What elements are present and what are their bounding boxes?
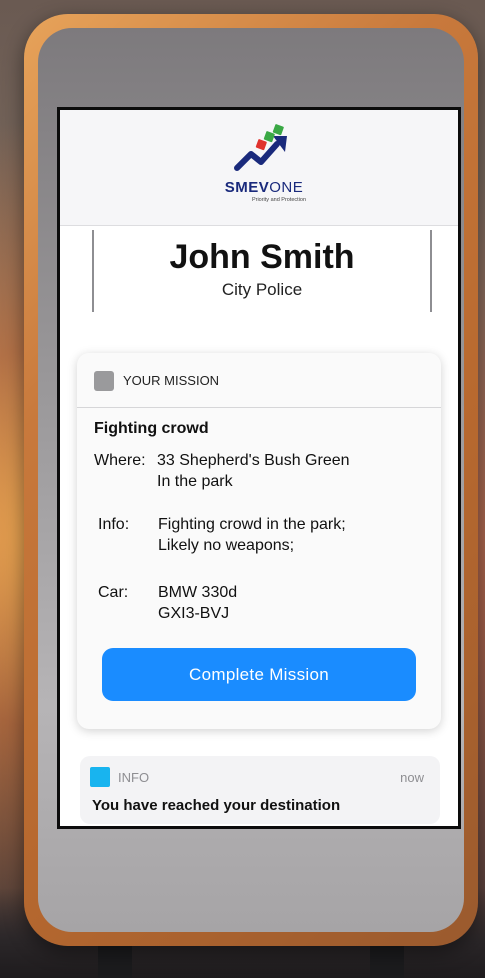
mission-icon: [94, 371, 114, 391]
officer-name: John Smith: [169, 238, 355, 276]
info-label: Info:: [98, 516, 130, 533]
app-screen: SMEVONE Priority and Protection John Smi…: [60, 110, 458, 826]
notification-label: INFO: [118, 770, 150, 785]
car-label: Car:: [98, 584, 129, 601]
car-plate: GXI3-BVJ: [158, 605, 230, 622]
where-value: 33 Shepherd's Bush Green In the park: [157, 450, 350, 492]
car-value: BMW 330d GXI3-BVJ: [158, 582, 237, 624]
info-icon: [90, 767, 110, 787]
info-line-2: Likely no weapons;: [158, 537, 295, 554]
info-line-1: Fighting crowd in the park;: [158, 516, 346, 533]
mission-card-title: YOUR MISSION: [123, 373, 220, 388]
smevone-logo-icon: SMEVONE Priority and Protection: [204, 124, 324, 214]
officer-identity: John Smith City Police: [92, 230, 432, 312]
notification-time: now: [400, 770, 424, 785]
car-model: BMW 330d: [158, 584, 238, 601]
logo-graphic-icon: [234, 124, 287, 171]
info-value: Fighting crowd in the park; Likely no wea…: [158, 514, 346, 556]
notification-message: You have reached your destination: [92, 797, 341, 814]
officer-unit: City Police: [221, 280, 303, 299]
app-header: SMEVONE Priority and Protection: [60, 110, 458, 226]
notification-banner[interactable]: INFO now You have reached your destinati…: [80, 756, 440, 824]
mission-car-row: Car: BMW 330d GXI3-BVJ: [94, 582, 237, 624]
phone-screen: SMEVONE Priority and Protection John Smi…: [57, 107, 461, 829]
where-line-2: In the park: [157, 473, 233, 490]
mission-card-header: YOUR MISSION: [77, 353, 441, 408]
complete-mission-button[interactable]: Complete Mission: [102, 648, 416, 701]
mission-name: Fighting crowd: [94, 420, 209, 437]
mission-card: YOUR MISSION Fighting crowd Where: 33 She…: [77, 353, 441, 729]
mission-where-row: Where: 33 Shepherd's Bush Green In the par…: [94, 450, 350, 492]
logo-wordmark: SMEVONE: [224, 179, 304, 196]
mission-info-row: Info: Fighting crowd in the park; Likely n…: [94, 514, 346, 556]
logo-tagline: Priority and Protection: [251, 197, 307, 203]
where-label: Where:: [94, 452, 146, 469]
where-line-1: 33 Shepherd's Bush Green: [157, 452, 350, 469]
